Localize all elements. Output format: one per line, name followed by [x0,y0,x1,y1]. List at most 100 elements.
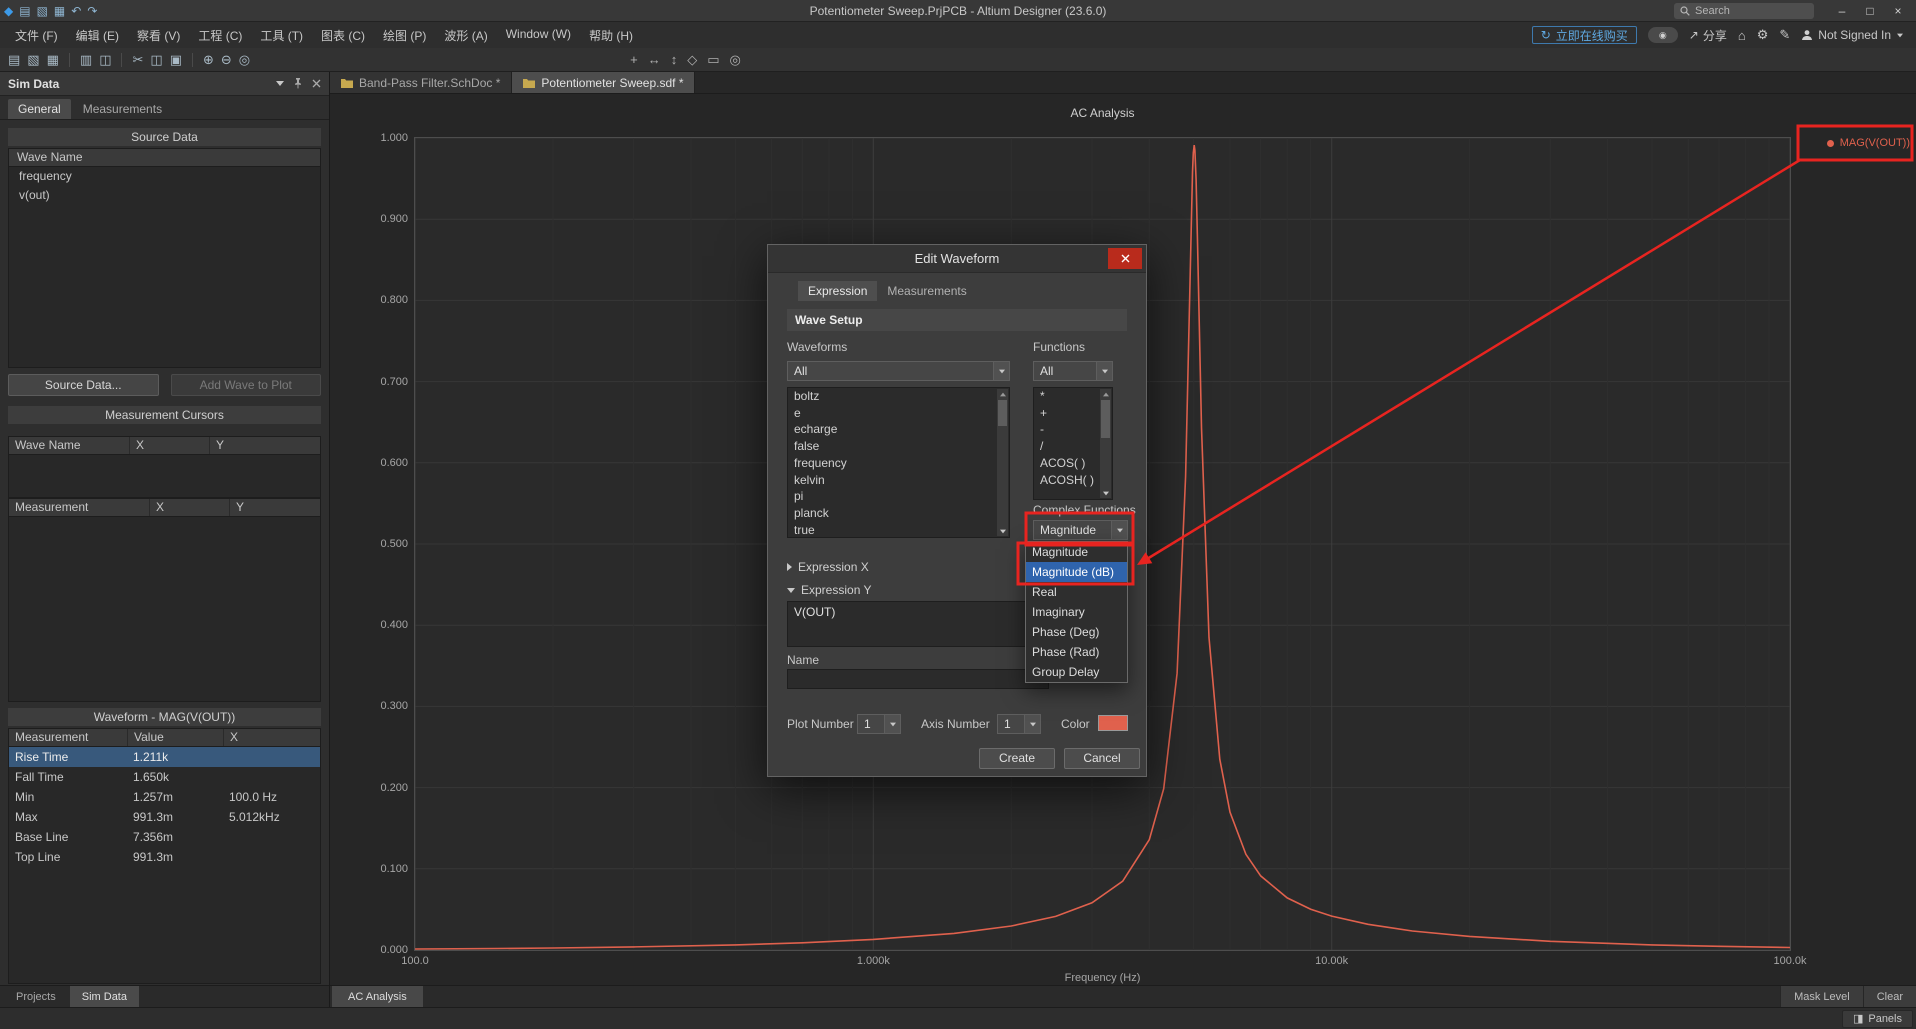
scrollbar[interactable] [997,389,1008,536]
pan-vertical-icon[interactable]: ↕ [671,49,678,71]
wave-list-item[interactable]: frequency [9,167,320,186]
complex-function-option[interactable]: Phase (Rad) [1026,642,1127,662]
tab-projects[interactable]: Projects [4,986,68,1007]
waveform-item[interactable]: true [788,522,1009,538]
mask-level-button[interactable]: Mask Level [1780,986,1863,1007]
measurement-row[interactable]: Fall Time1.650k [9,767,320,787]
new-document-icon[interactable]: ▤ [8,49,20,71]
waveform-item[interactable]: boltz [788,388,1009,405]
pan-horizontal-icon[interactable]: ↔ [648,49,661,71]
print-preview-icon[interactable]: ◫ [99,49,111,71]
column-header[interactable]: Y [229,499,320,516]
scroll-up-icon[interactable] [1000,392,1006,396]
minimize-button[interactable]: – [1828,1,1856,21]
complex-function-option[interactable]: Real [1026,582,1127,602]
save-icon[interactable]: ▦ [54,1,65,21]
open-icon[interactable]: ▧ [27,49,39,71]
search-input[interactable]: Search [1674,3,1814,19]
measurement-row[interactable]: Max991.3m5.012kHz [9,807,320,827]
complex-functions-dropdown[interactable]: Magnitude [1033,520,1128,540]
waveform-item[interactable]: e [788,405,1009,422]
complex-function-option[interactable]: Phase (Deg) [1026,622,1127,642]
scroll-up-icon[interactable] [1103,392,1109,396]
column-header[interactable]: Measurement [9,499,149,516]
zoom-out-icon[interactable]: ⊖ [221,49,232,71]
column-header[interactable]: Wave Name [9,437,129,454]
measurement-row[interactable]: Base Line7.356m [9,827,320,847]
expression-x-toggle[interactable]: Expression X [787,560,869,574]
tab-ac-analysis[interactable]: AC Analysis [332,986,423,1007]
tab-potentiometer-sweep-sdf[interactable]: Potentiometer Sweep.sdf * [512,72,695,93]
cut-icon[interactable]: ✂ [132,49,143,71]
sign-in-button[interactable]: Not Signed In [1801,28,1904,42]
name-input[interactable] [787,669,1049,689]
axis-number-dropdown[interactable]: 1 [997,714,1041,734]
column-header[interactable]: X [149,499,229,516]
scroll-down-icon[interactable] [1103,491,1109,495]
source-data-list[interactable]: Wave Name frequencyv(out) [8,148,321,368]
waveform-item[interactable]: false [788,438,1009,455]
save-icon[interactable]: ▦ [47,49,59,71]
cursor-cross-icon[interactable]: + [630,49,638,71]
create-button[interactable]: Create [979,748,1055,769]
open-document-icon[interactable]: ▤ [19,1,30,21]
column-header[interactable]: X [223,729,320,746]
scrollbar[interactable] [1100,389,1111,498]
column-header[interactable]: Measurement [9,729,127,746]
print-icon[interactable]: ▥ [80,49,92,71]
panels-button[interactable]: ◨ Panels [1842,1010,1913,1028]
waveform-item[interactable]: kelvin [788,472,1009,489]
menu-item[interactable]: 帮助 (H) [580,24,642,47]
waveform-item[interactable]: echarge [788,421,1009,438]
cursor-table[interactable]: Wave Name X Y [8,436,321,498]
expression-y-input[interactable]: V(OUT) [787,601,1049,647]
column-header[interactable]: Value [127,729,223,746]
complex-function-option[interactable]: Imaginary [1026,602,1127,622]
measurement-row[interactable]: Top Line991.3m [9,847,320,867]
target-icon[interactable]: ◎ [730,49,741,71]
menu-item[interactable]: 文件 (F) [6,24,67,47]
copy-icon[interactable]: ◫ [150,49,162,71]
tab-general[interactable]: General [8,99,71,119]
share-button[interactable]: ↗ 分享 [1689,27,1727,44]
source-data-button[interactable]: Source Data... [8,374,159,396]
functions-filter-dropdown[interactable]: All [1033,361,1113,381]
menu-item[interactable]: 图表 (C) [312,24,374,47]
menu-item[interactable]: 波形 (A) [435,24,496,47]
cancel-button[interactable]: Cancel [1064,748,1140,769]
complex-function-option[interactable]: Group Delay [1026,662,1127,682]
snapshot-button[interactable]: ◉ [1648,27,1678,43]
open-folder-icon[interactable]: ▧ [37,1,48,21]
dialog-close-button[interactable] [1108,248,1142,269]
menu-item[interactable]: Window (W) [497,24,580,47]
waveforms-filter-dropdown[interactable]: All [787,361,1010,381]
tab-sim-data[interactable]: Sim Data [70,986,139,1007]
tab-band-pass-filter-schdoc[interactable]: Band-Pass Filter.SchDoc * [330,72,512,93]
scrollbar-thumb[interactable] [998,400,1007,426]
zoom-fit-icon[interactable]: ◎ [239,49,250,71]
app-logo-icon[interactable]: ◆ [4,1,13,21]
waveform-item[interactable]: frequency [788,455,1009,472]
scroll-down-icon[interactable] [1000,529,1006,533]
functions-listbox[interactable]: *+-/ACOS( )ACOSH( ) [1033,387,1113,500]
legend[interactable]: MAG(V(OUT)) [1827,132,1910,154]
measurement-row[interactable]: Min1.257m100.0 Hz [9,787,320,807]
waveform-item[interactable]: planck [788,505,1009,522]
clear-button[interactable]: Clear [1863,986,1916,1007]
close-icon[interactable] [312,79,321,88]
tab-expression[interactable]: Expression [798,281,877,301]
waveforms-listbox[interactable]: boltzeechargefalsefrequencykelvinpiplanc… [787,387,1010,538]
menu-item[interactable]: 绘图 (P) [374,24,435,47]
region-select-icon[interactable]: ▭ [707,49,719,71]
color-swatch[interactable] [1098,715,1128,731]
pen-icon[interactable]: ✎ [1779,27,1790,43]
column-header[interactable]: Y [209,437,320,454]
complex-function-option[interactable]: Magnitude [1026,542,1127,562]
marker-icon[interactable]: ◇ [687,49,697,71]
pin-icon[interactable] [293,78,303,89]
dialog-title-bar[interactable]: Edit Waveform [768,245,1146,273]
tab-measurements[interactable]: Measurements [73,99,172,119]
waveform-item[interactable]: pi [788,488,1009,505]
cursor-measurement-table[interactable]: Measurement X Y [8,498,321,702]
menu-item[interactable]: 察看 (V) [128,24,189,47]
